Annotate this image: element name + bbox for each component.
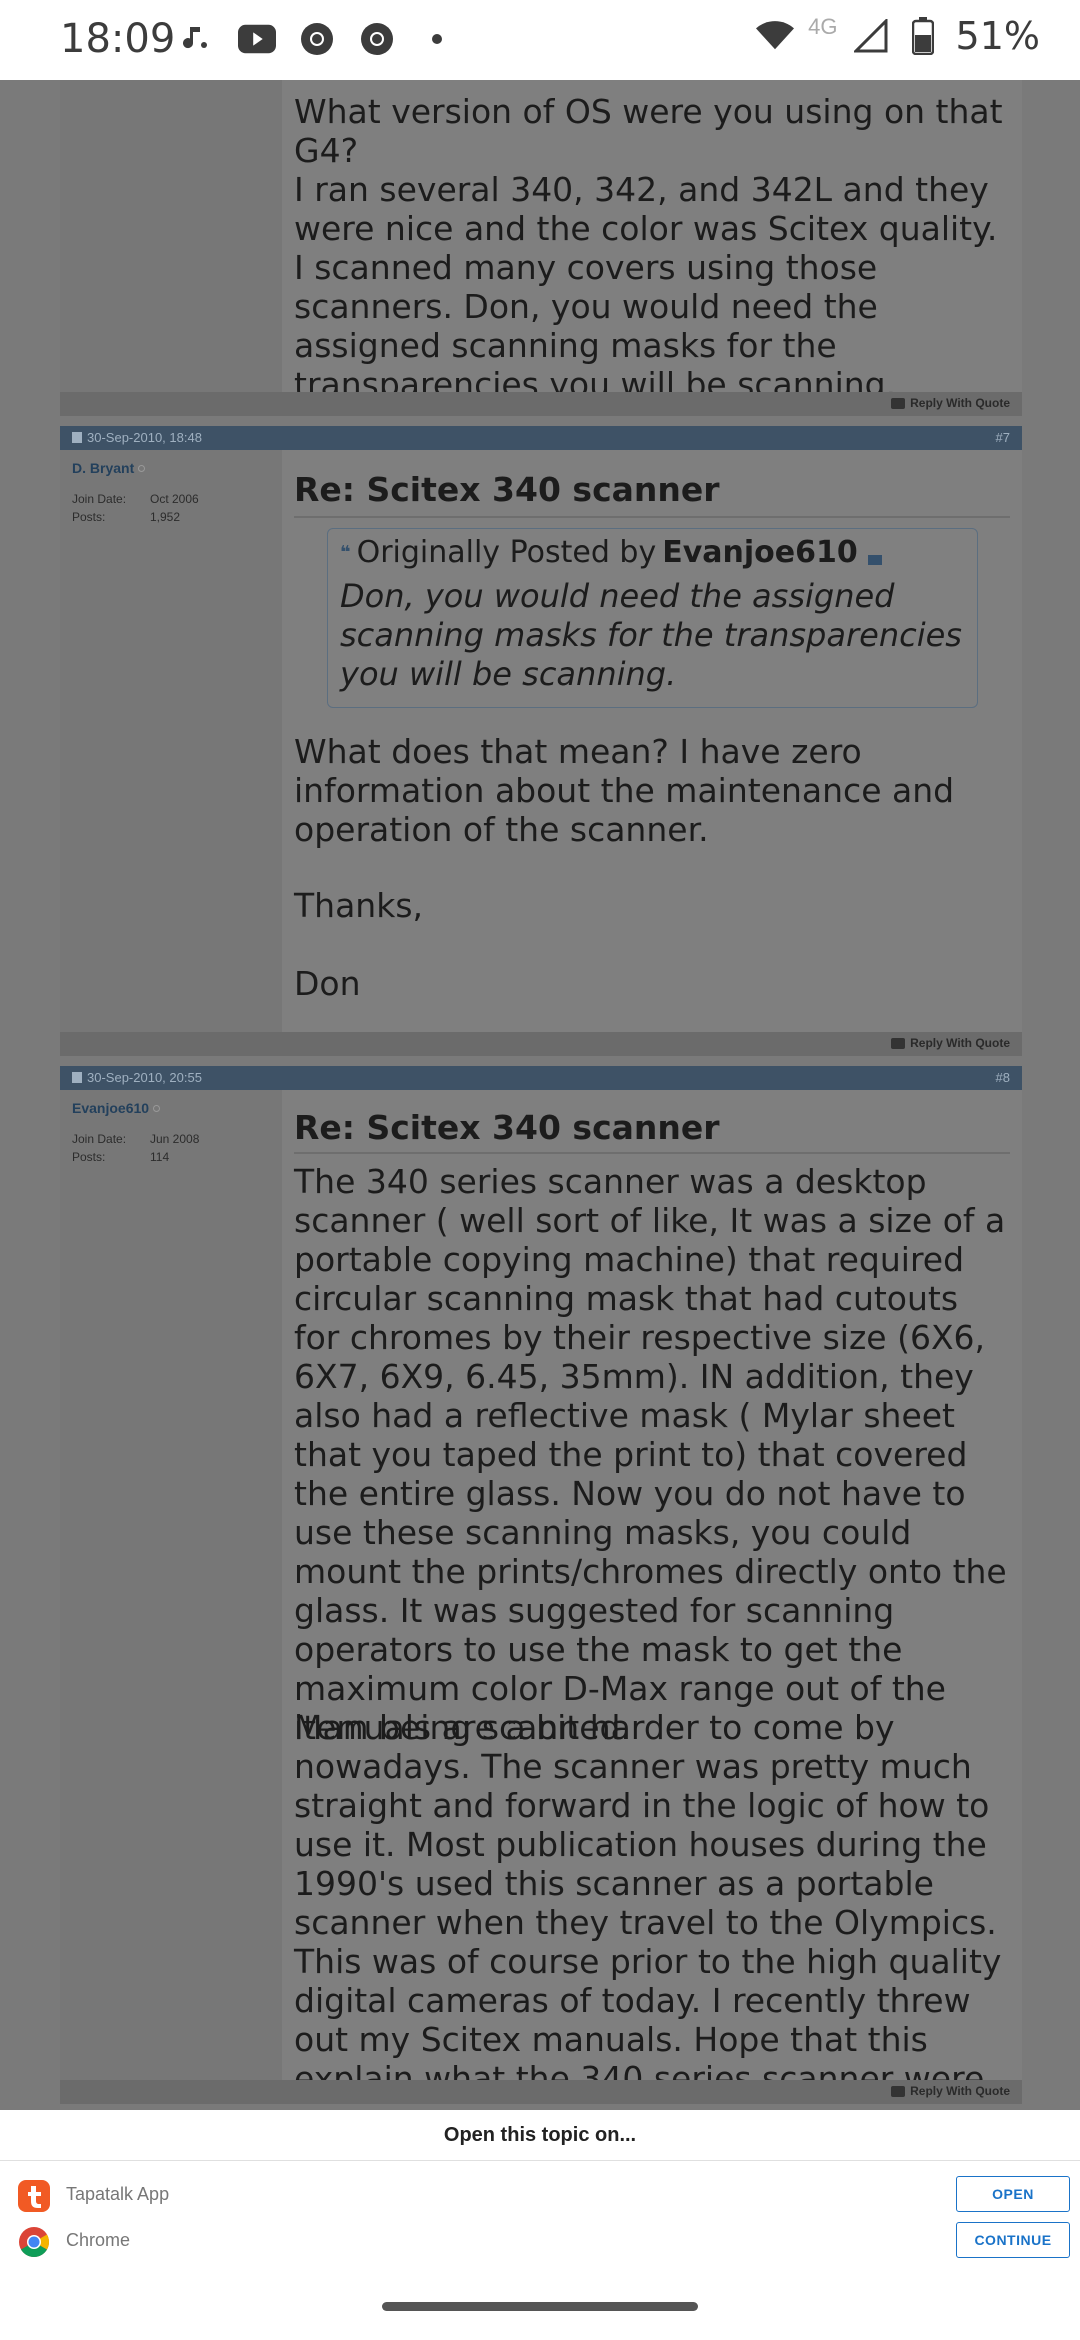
reply-with-quote-button[interactable]: Reply With Quote [891, 2084, 1010, 2098]
post-text: What version of OS were you using on tha… [294, 92, 1003, 170]
reply-label: Reply With Quote [910, 1036, 1010, 1050]
app-option-chrome[interactable]: Chrome CONTINUE [0, 2220, 1080, 2266]
join-date-label: Join Date: [72, 492, 127, 506]
join-date-value: Oct 2006 [150, 492, 199, 506]
post-text: What does that mean? I have zero informa… [294, 732, 955, 849]
wifi-icon [756, 17, 795, 55]
sheet-divider [0, 2160, 1080, 2161]
offline-status-icon [138, 464, 146, 472]
title-divider [294, 1152, 1010, 1154]
battery-icon [904, 17, 942, 55]
status-bar: 18:09 4G 51% [0, 0, 1080, 80]
quote-prefix: Originally Posted by [356, 535, 657, 570]
post-footer: Reply With Quote [60, 2080, 1022, 2104]
reply-icon [891, 397, 906, 409]
post-date: 30-Sep-2010, 18:48 [72, 430, 202, 445]
post-title: Re: Scitex 340 scanner [294, 1108, 720, 1147]
user-info: Join Date: Jun 2008 Posts: 114 [72, 1130, 199, 1166]
continue-button[interactable]: CONTINUE [956, 2222, 1070, 2258]
posts-label: Posts: [72, 510, 106, 524]
app-option-tapatalk[interactable]: Tapatalk App OPEN [0, 2174, 1080, 2220]
post-text: I ran several 340, 342, and 342L and the… [294, 170, 998, 404]
status-time: 18:09 [60, 16, 176, 62]
post-text: Manuals are a bit harder to come by nowa… [294, 1708, 1002, 2098]
dot-icon [418, 20, 456, 58]
username-text: D. Bryant [72, 460, 135, 476]
post-user-column: Evanjoe610 Join Date: Jun 2008 Posts: 114 [60, 1090, 282, 2090]
join-date-value: Jun 2008 [150, 1132, 200, 1146]
reply-label: Reply With Quote [910, 396, 1010, 410]
post-number-link[interactable]: #7 [996, 430, 1010, 445]
audio-icon [178, 20, 216, 58]
post-number-link[interactable]: #8 [996, 1070, 1010, 1085]
post-date-text: 30-Sep-2010, 20:55 [87, 1070, 202, 1085]
chrome-icon [18, 2226, 50, 2258]
post-text: The 340 series scanner was a desktop sca… [294, 1162, 1007, 1747]
quote-icon: ❝ [340, 542, 351, 563]
quote-box: ❝ Originally Posted by Evanjoe610 Don, y… [327, 528, 978, 708]
posts-count: 114 [150, 1150, 170, 1164]
post-user-column: D. Bryant Join Date: Oct 2006 Posts: 1,952 [60, 450, 282, 1032]
reply-with-quote-button[interactable]: Reply With Quote [891, 1036, 1010, 1050]
tapatalk-icon [18, 2180, 50, 2212]
quote-header: ❝ Originally Posted by Evanjoe610 [340, 535, 882, 570]
reply-icon [891, 1037, 906, 1049]
quote-text: Don, you would need the assigned scannin… [340, 577, 962, 693]
chrome-icon [298, 20, 336, 58]
reply-with-quote-button[interactable]: Reply With Quote [891, 396, 1010, 410]
open-button[interactable]: OPEN [956, 2176, 1070, 2212]
offline-status-icon [153, 1104, 161, 1112]
app-name: Tapatalk App [66, 2184, 170, 2204]
notification-icons [178, 20, 456, 58]
chrome-icon [358, 20, 396, 58]
gesture-nav-handle[interactable] [382, 2302, 698, 2311]
post-body: What version of OS were you using on tha… [282, 80, 1022, 404]
post-date: 30-Sep-2010, 20:55 [72, 1070, 202, 1085]
sheet-title: Open this topic on... [443, 2124, 637, 2146]
title-divider [294, 516, 1010, 518]
post-date-text: 30-Sep-2010, 18:48 [87, 430, 202, 445]
system-icons: 4G 51% [756, 14, 1040, 58]
quote-author: Evanjoe610 [662, 535, 858, 570]
join-date-label: Join Date: [72, 1132, 127, 1146]
post-text: Don [294, 964, 361, 1003]
reply-icon [891, 2085, 906, 2097]
document-icon [72, 1072, 82, 1083]
reply-label: Reply With Quote [910, 2084, 1010, 2098]
network-type: 4G [808, 14, 838, 39]
username-text: Evanjoe610 [72, 1100, 150, 1116]
post-footer: Reply With Quote [60, 392, 1022, 416]
username-link[interactable]: Evanjoe610 [72, 1100, 161, 1116]
posts-count: 1,952 [150, 510, 181, 524]
youtube-icon [238, 20, 276, 58]
app-name: Chrome [66, 2230, 131, 2250]
signal-icon [852, 17, 890, 55]
post-title: Re: Scitex 340 scanner [294, 470, 720, 509]
post-header: 30-Sep-2010, 18:48 #7 [60, 426, 1022, 450]
post-footer: Reply With Quote [60, 1032, 1022, 1056]
forum-page[interactable]: What version of OS were you using on tha… [0, 80, 1080, 2110]
post-header: 30-Sep-2010, 20:55 #8 [60, 1066, 1022, 1090]
user-info: Join Date: Oct 2006 Posts: 1,952 [72, 490, 199, 526]
post-body: Re: Scitex 340 scanner The 340 series sc… [282, 1090, 1022, 2098]
post-text: Thanks, [294, 886, 424, 925]
post-user-column [60, 80, 282, 392]
battery-percent: 51% [955, 14, 1040, 58]
document-icon [72, 432, 82, 443]
posts-label: Posts: [72, 1150, 106, 1164]
view-post-icon[interactable] [867, 554, 882, 565]
username-link[interactable]: D. Bryant [72, 460, 146, 476]
